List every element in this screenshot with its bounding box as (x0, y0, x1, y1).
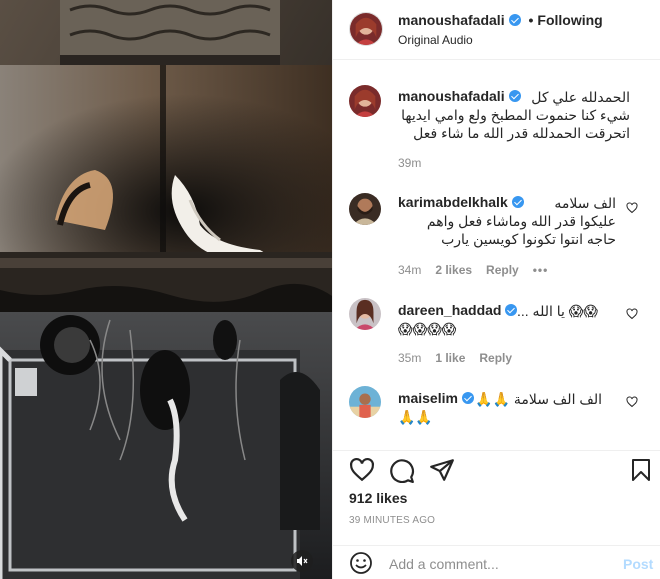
heart-icon[interactable] (626, 396, 638, 408)
caption-meta: 39m (398, 156, 435, 170)
commenter-avatar[interactable] (349, 193, 381, 225)
comment-line-3: حاجه انتوا تكونوا كويسين يارب (441, 231, 616, 247)
more-options-button[interactable]: ••• (533, 263, 549, 277)
comment-meta: 35m 1 like Reply (398, 351, 526, 365)
comments-list[interactable]: manoushafadali الحمدلله علي كل شيء كنا ح… (333, 60, 660, 450)
comment-line-2: 🙏🙏 (398, 409, 433, 425)
following-button[interactable]: Following (537, 12, 602, 28)
add-comment-bar: Post (333, 545, 660, 579)
reply-button[interactable]: Reply (486, 263, 519, 277)
bookmark-icon[interactable] (629, 457, 653, 483)
comment-likes[interactable]: 1 like (435, 351, 465, 365)
comment-time[interactable]: 35m (398, 351, 421, 365)
separator-dot: • (528, 12, 534, 28)
post-header: manoushafadali • Following Original Audio (333, 0, 660, 60)
caption-line-1: الحمدلله علي كل (531, 89, 630, 105)
comment-line-2: 😱😱😱😱 (398, 321, 457, 337)
heart-icon[interactable] (349, 457, 375, 483)
comment-bubble-icon[interactable] (389, 457, 415, 483)
reply-button[interactable]: Reply (479, 351, 512, 365)
caption-line-2: شيء كنا حنموت المطبخ ولع وامي ايديها (401, 107, 630, 123)
post-side-panel: manoushafadali • Following Original Audio… (332, 0, 660, 579)
comment-time[interactable]: 34m (398, 263, 421, 277)
original-audio-link[interactable]: Original Audio (398, 33, 473, 47)
post-media[interactable] (0, 0, 332, 579)
smiley-icon[interactable] (349, 551, 373, 575)
likes-count[interactable]: 912 likes (349, 490, 407, 506)
post-button[interactable]: Post (623, 556, 653, 572)
caption-avatar[interactable] (349, 85, 381, 117)
burnt-kitchen-image (0, 0, 332, 579)
commenter-avatar[interactable] (349, 298, 381, 330)
post-actions: 912 likes 39 MINUTES AGO (333, 450, 660, 530)
comment-line-2: عليكوا قدر الله وماشاء فعل واهم (426, 213, 616, 229)
comment-meta: 34m 2 likes Reply ••• (398, 263, 562, 277)
author-username-line: manoushafadali • Following (398, 12, 603, 28)
heart-icon[interactable] (626, 308, 638, 320)
caption-line-3: اتحرقت الحمدلله قدر الله ما شاء فعل (413, 125, 630, 141)
heart-icon[interactable] (626, 202, 638, 214)
comment-line-1: 😱😱 يا الله ... (517, 303, 598, 319)
comment-line-1: الف سلامه (554, 195, 616, 211)
paper-plane-icon[interactable] (429, 457, 455, 483)
author-avatar[interactable] (349, 12, 383, 46)
comment-likes[interactable]: 2 likes (435, 263, 472, 277)
audio-toggle-button[interactable] (291, 550, 313, 572)
speaker-muted-icon (297, 556, 308, 566)
verified-badge-icon (508, 14, 521, 26)
comment-input[interactable] (389, 554, 599, 574)
comment-line-1: الف الف سلامة 🙏🙏 (475, 391, 602, 407)
post-time-ago[interactable]: 39 MINUTES AGO (349, 515, 435, 526)
caption-time[interactable]: 39m (398, 156, 421, 170)
author-username[interactable]: manoushafadali (398, 12, 505, 28)
commenter-avatar[interactable] (349, 386, 381, 418)
